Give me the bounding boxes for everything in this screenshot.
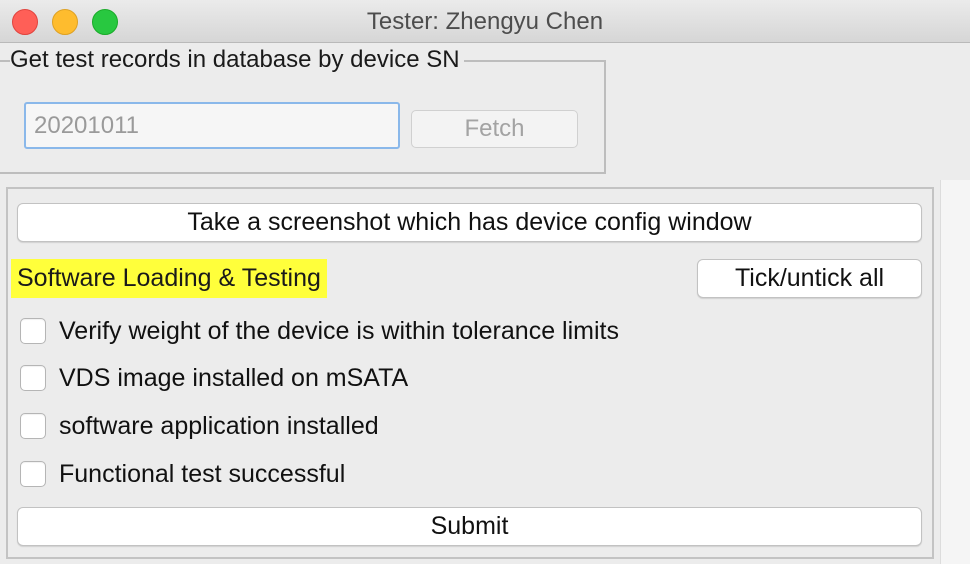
- section-title-software-loading: Software Loading & Testing: [11, 259, 327, 298]
- checklist-item[interactable]: Verify weight of the device is within to…: [20, 315, 619, 347]
- title-bar: Tester: Zhengyu Chen: [0, 0, 970, 43]
- checkbox-vds-image[interactable]: [20, 365, 46, 391]
- window-title: Tester: Zhengyu Chen: [366, 8, 604, 35]
- device-sn-input[interactable]: [24, 102, 400, 149]
- fetch-button[interactable]: Fetch: [411, 110, 578, 148]
- checklist-item-label: software application installed: [59, 411, 379, 440]
- checklist-item-label: VDS image installed on mSATA: [59, 363, 409, 392]
- tick-untick-all-button[interactable]: Tick/untick all: [697, 259, 922, 298]
- checklist-item[interactable]: Functional test successful: [20, 458, 345, 490]
- checkbox-functional-test[interactable]: [20, 461, 46, 487]
- checklist-item-label: Verify weight of the device is within to…: [59, 316, 619, 345]
- scrollbar-track[interactable]: [940, 180, 970, 564]
- checklist-item-label: Functional test successful: [59, 459, 346, 488]
- checkbox-software-app[interactable]: [20, 413, 46, 439]
- submit-button[interactable]: Submit: [17, 507, 922, 546]
- take-screenshot-button[interactable]: Take a screenshot which has device confi…: [17, 203, 922, 242]
- checklist-item[interactable]: VDS image installed on mSATA: [20, 362, 408, 394]
- sn-lookup-legend: Get test records in database by device S…: [10, 46, 464, 74]
- checkbox-weight[interactable]: [20, 318, 46, 344]
- checklist-item[interactable]: software application installed: [20, 410, 379, 442]
